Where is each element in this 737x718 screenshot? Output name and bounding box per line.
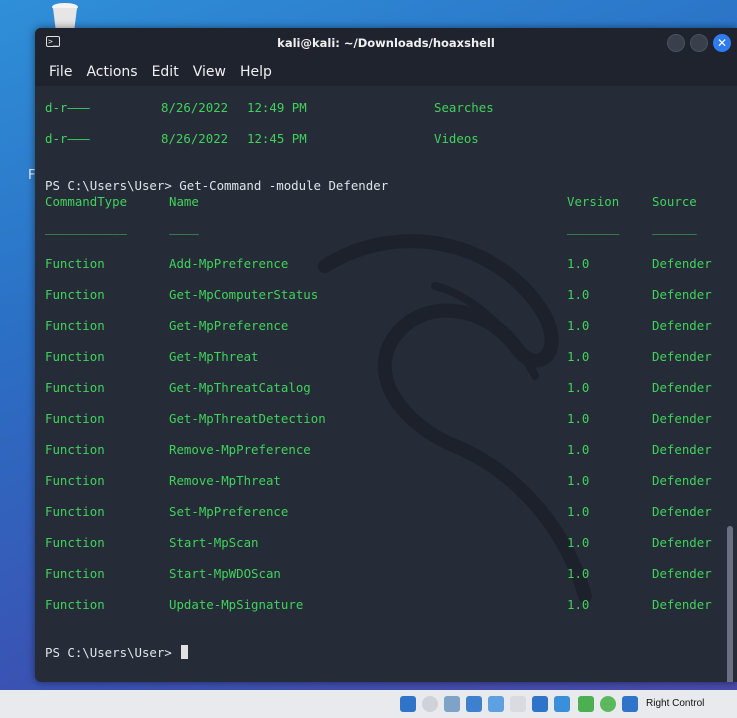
- scrollbar-thumb[interactable]: [727, 526, 733, 682]
- header-name: Name: [169, 194, 199, 209]
- table-row: Function Get-MpThreatDetection 1.0 Defender: [45, 411, 712, 426]
- minimize-button[interactable]: [667, 34, 685, 52]
- optical-drive-icon[interactable]: [422, 696, 438, 712]
- table-separator: ___________ ____ _______ ______: [45, 220, 697, 235]
- table-row: Function Remove-MpPreference 1.0 Defender: [45, 442, 712, 457]
- menu-actions[interactable]: Actions: [86, 64, 137, 80]
- prompt-line[interactable]: PS C:\Users\User>: [45, 645, 189, 660]
- table-row: Function Start-MpWDOScan 1.0 Defender: [45, 566, 712, 581]
- table-row: Function Get-MpThreat 1.0 Defender: [45, 349, 712, 364]
- vm-status-bar: Right Control: [0, 690, 737, 718]
- table-row: Function Set-MpPreference 1.0 Defender: [45, 504, 712, 519]
- table-row: Function Get-MpComputerStatus 1.0 Defender: [45, 287, 712, 302]
- close-button[interactable]: ✕: [713, 34, 731, 52]
- table-row: Function Get-MpPreference 1.0 Defender: [45, 318, 712, 333]
- usb-icon[interactable]: [400, 696, 416, 712]
- text-cursor: [181, 645, 189, 659]
- network-icon[interactable]: [466, 696, 482, 712]
- maximize-button[interactable]: [690, 34, 708, 52]
- mouse-integration-icon[interactable]: [600, 696, 616, 712]
- title-bar[interactable]: >_ kali@kali: ~/Downloads/hoaxshell ✕: [35, 28, 737, 58]
- terminal-window[interactable]: >_ kali@kali: ~/Downloads/hoaxshell ✕ Fi…: [35, 28, 737, 682]
- shared-folder-icon[interactable]: [488, 696, 504, 712]
- terminal-output[interactable]: d-r——— 8/26/2022 12:49 PM Searches d-r——…: [35, 86, 737, 682]
- window-title: kali@kali: ~/Downloads/hoaxshell: [277, 36, 495, 50]
- menu-bar: File Actions Edit View Help: [35, 58, 737, 86]
- menu-file[interactable]: File: [49, 64, 72, 80]
- prompt-text: PS C:\Users\User>: [45, 645, 180, 660]
- header-source: Source: [652, 194, 697, 209]
- menu-edit[interactable]: Edit: [152, 64, 179, 80]
- table-row: Function Add-MpPreference 1.0 Defender: [45, 256, 712, 271]
- audio-icon[interactable]: [444, 696, 460, 712]
- table-row: Function Update-MpSignature 1.0 Defender: [45, 597, 712, 612]
- cpu-icon[interactable]: [578, 696, 594, 712]
- display-icon[interactable]: [510, 696, 526, 712]
- download-arrow-icon[interactable]: [622, 696, 638, 712]
- table-header: CommandType Name Version Source: [35, 194, 737, 210]
- screen-icon[interactable]: [532, 696, 548, 712]
- header-commandtype: CommandType: [45, 194, 128, 209]
- recording-icon[interactable]: [554, 696, 570, 712]
- header-version: Version: [567, 194, 620, 209]
- host-key-label: Right Control: [646, 698, 705, 709]
- table-row: Function Start-MpScan 1.0 Defender: [45, 535, 712, 550]
- table-row: Function Remove-MpThreat 1.0 Defender: [45, 473, 712, 488]
- command-line: PS C:\Users\User> Get-Command -module De…: [45, 178, 389, 193]
- dir-row: d-r——— 8/26/2022 12:45 PM Videos: [45, 131, 479, 146]
- menu-help[interactable]: Help: [240, 64, 272, 80]
- menu-view[interactable]: View: [193, 64, 226, 80]
- table-row: Function Get-MpThreatCatalog 1.0 Defender: [45, 380, 712, 395]
- dir-row: d-r——— 8/26/2022 12:49 PM Searches: [45, 100, 494, 115]
